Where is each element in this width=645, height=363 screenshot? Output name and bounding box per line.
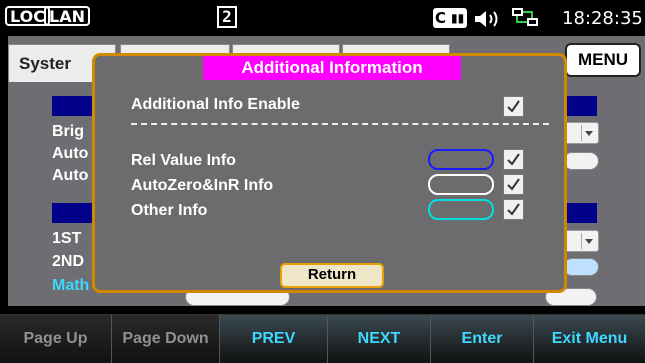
color-swatch[interactable] xyxy=(428,199,494,220)
next-button[interactable]: NEXT xyxy=(328,314,431,363)
section-header xyxy=(565,203,597,223)
section-header xyxy=(52,96,96,116)
additional-info-dialog: Additional Information Additional Info E… xyxy=(92,53,567,293)
bg-dropdown[interactable] xyxy=(563,230,599,252)
color-swatch[interactable] xyxy=(428,174,494,195)
lan-badge: LAN xyxy=(44,6,90,26)
network-icon xyxy=(512,8,538,26)
menu-button[interactable]: MENU xyxy=(565,43,641,77)
row-checkbox[interactable] xyxy=(503,174,524,195)
bg-label: Auto xyxy=(52,167,89,184)
bg-dropdown[interactable] xyxy=(563,122,599,144)
row-label: Rel Value Info xyxy=(131,152,236,169)
page-number: 2 xyxy=(217,6,237,28)
status-bar: LOC LAN 2 C ▮▮ 18:28:35 xyxy=(0,0,645,36)
section-header xyxy=(52,203,96,223)
tab-system-label: Syster xyxy=(19,54,71,73)
bg-field[interactable] xyxy=(563,258,599,276)
exit-menu-button[interactable]: Exit Menu xyxy=(534,314,645,363)
check-icon xyxy=(507,153,520,166)
card-icon: C ▮▮ xyxy=(433,8,467,28)
check-icon xyxy=(507,100,520,113)
check-icon xyxy=(507,203,520,216)
section-header xyxy=(565,96,597,116)
bg-label: Auto xyxy=(52,145,89,162)
enable-label: Additional Info Enable xyxy=(131,96,300,113)
row-label: Other Info xyxy=(131,202,208,219)
color-swatch[interactable] xyxy=(428,149,494,170)
row-label: AutoZero&InR Info xyxy=(131,177,274,194)
page-down-button[interactable]: Page Down xyxy=(112,314,220,363)
check-icon xyxy=(507,178,520,191)
bg-label: Brig xyxy=(52,123,84,140)
clock: 18:28:35 xyxy=(562,8,643,29)
speaker-icon xyxy=(475,11,498,27)
page-up-button[interactable]: Page Up xyxy=(0,314,112,363)
enable-checkbox[interactable] xyxy=(503,96,524,117)
bg-label: 2ND xyxy=(52,253,85,270)
separator xyxy=(131,123,549,125)
bg-label: 1ST xyxy=(52,230,82,247)
dialog-title: Additional Information xyxy=(203,56,461,80)
bg-field[interactable] xyxy=(563,152,599,170)
prev-button[interactable]: PREV xyxy=(220,314,328,363)
return-button[interactable]: Return xyxy=(280,263,384,288)
enter-button[interactable]: Enter xyxy=(431,314,534,363)
row-checkbox[interactable] xyxy=(503,199,524,220)
bg-label: Math xyxy=(52,277,90,294)
row-checkbox[interactable] xyxy=(503,149,524,170)
